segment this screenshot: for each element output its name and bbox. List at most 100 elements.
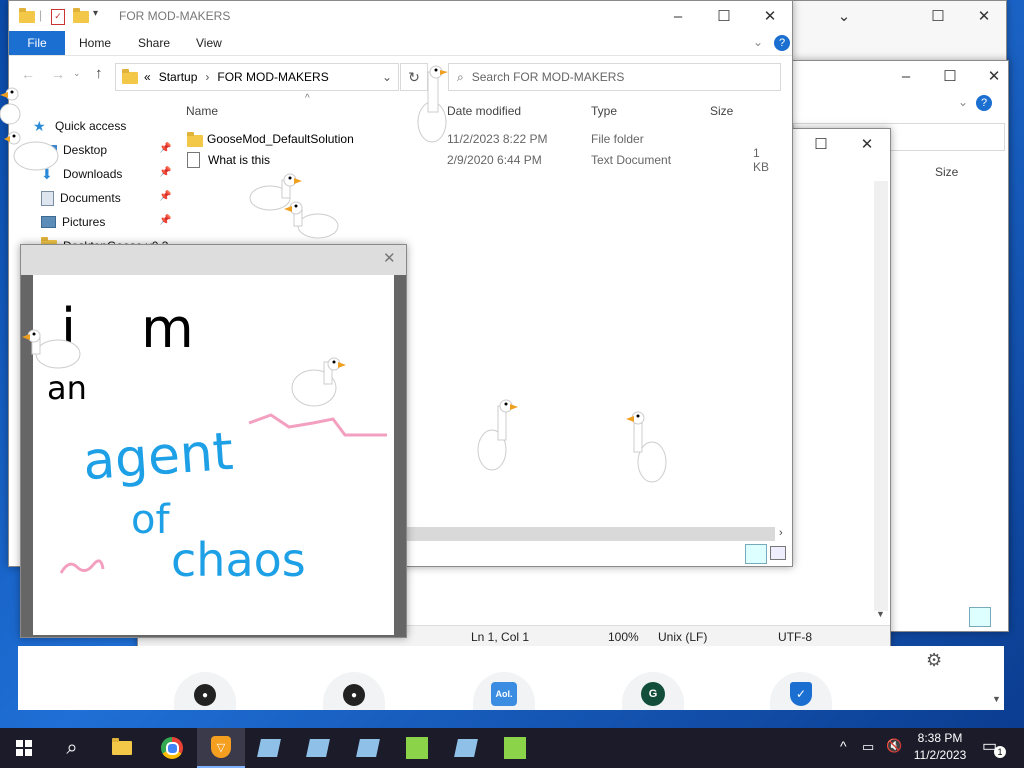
search-button[interactable]: ⌕	[48, 728, 96, 768]
taskbar-app[interactable]	[442, 728, 490, 768]
properties-icon[interactable]: ✓	[51, 9, 65, 25]
column-header-size[interactable]: Size	[710, 104, 733, 118]
goose-app-icon	[504, 737, 526, 759]
minimize-button[interactable]: –	[883, 61, 929, 91]
nav-item-label: Documents	[60, 191, 121, 205]
up-arrow-icon[interactable]: ↑	[95, 65, 103, 82]
column-header-date[interactable]: Date modified	[447, 104, 521, 118]
breadcrumb-startup[interactable]: Startup	[159, 70, 198, 84]
view-details-icon[interactable]	[745, 544, 767, 564]
forward-arrow-icon[interactable]: →	[51, 66, 65, 82]
pin-icon[interactable]: 📌	[159, 215, 171, 226]
nav-item-documents[interactable]: Documents	[41, 187, 121, 209]
tab-view[interactable]: View	[196, 31, 222, 55]
breadcrumb-overflow[interactable]: «	[144, 70, 151, 84]
column-header-size[interactable]: Size	[935, 165, 958, 179]
maximize-button[interactable]: ☐	[701, 1, 747, 31]
taskbar-app[interactable]	[294, 728, 342, 768]
maximize-button[interactable]: ☐	[798, 129, 844, 159]
shortcut-github-1[interactable]: ●	[174, 672, 236, 710]
shield-check-icon: ✓	[790, 682, 812, 706]
customize-toolbar-icon[interactable]: ▾	[93, 8, 98, 19]
taskbar-brave[interactable]: ▽	[197, 728, 245, 768]
help-icon[interactable]: ?	[774, 35, 790, 51]
ribbon: File Home Share View ⌄ ?	[9, 31, 792, 56]
file-row[interactable]: GooseMod_DefaultSolution 11/2/2023 8:22 …	[187, 129, 777, 149]
folder-icon	[122, 69, 138, 84]
close-button[interactable]: ✕	[961, 1, 1006, 31]
shortcut-aol[interactable]: Aol.	[473, 672, 535, 710]
sort-ascending-icon[interactable]: ^	[305, 93, 310, 104]
goose[interactable]	[288, 354, 346, 416]
column-header-name[interactable]: Name	[186, 104, 218, 118]
clock[interactable]: 8:38 PM 11/2/2023	[910, 731, 970, 762]
close-button[interactable]: ✕	[971, 61, 1008, 91]
tab-share[interactable]: Share	[138, 31, 170, 55]
brave-icon: ▽	[211, 736, 231, 758]
start-button[interactable]	[0, 728, 48, 768]
view-details-icon[interactable]	[969, 607, 991, 627]
goose[interactable]	[472, 398, 518, 474]
taskbar-app[interactable]	[245, 728, 293, 768]
settings-gear-icon[interactable]: ⚙	[926, 650, 942, 671]
pin-icon[interactable]: 📌	[159, 143, 171, 154]
pin-icon[interactable]: 📌	[159, 167, 171, 178]
tab-file[interactable]: File	[9, 31, 65, 55]
documents-icon	[41, 190, 54, 206]
recent-locations-icon[interactable]: ⌄	[73, 68, 81, 79]
tab-home[interactable]: Home	[79, 31, 111, 55]
shortcut-shield[interactable]: ✓	[770, 672, 832, 710]
search-icon: ⌕	[66, 736, 78, 759]
folder-icon	[19, 8, 35, 23]
back-arrow-icon[interactable]: ←	[21, 66, 35, 82]
goose[interactable]	[0, 86, 28, 126]
minimize-button[interactable]: –	[655, 1, 701, 31]
breadcrumb-current[interactable]: FOR MOD-MAKERS	[217, 70, 328, 84]
shortcut-github-2[interactable]: ●	[323, 672, 385, 710]
notepad-app-icon	[356, 739, 380, 757]
search-input[interactable]: ⌕ Search FOR MOD-MAKERS	[448, 63, 781, 91]
status-line-ending: Unix (LF)	[658, 630, 708, 644]
help-icon[interactable]: ?	[976, 95, 992, 111]
taskbar-file-explorer[interactable]	[98, 728, 146, 768]
volume-muted-icon[interactable]: 🔇	[886, 738, 902, 754]
goose-note-window[interactable]: ✕ i m an agent of chaos	[20, 244, 407, 638]
notification-count-badge: 1	[994, 746, 1006, 758]
taskbar-app[interactable]	[491, 728, 539, 768]
breadcrumb-separator-icon: ›	[205, 70, 210, 84]
goose[interactable]	[4, 126, 60, 178]
network-icon[interactable]: ▭	[862, 739, 874, 755]
chevron-down-icon[interactable]: ⌄	[821, 1, 867, 31]
chevron-down-icon[interactable]: ⌄	[958, 95, 968, 109]
taskbar-chrome[interactable]	[148, 728, 196, 768]
close-button[interactable]: ✕	[844, 129, 890, 159]
goose[interactable]	[284, 196, 340, 252]
column-header-type[interactable]: Type	[591, 104, 617, 118]
scroll-right-arrow[interactable]: ›	[779, 527, 783, 539]
chevron-up-icon[interactable]: ^	[840, 738, 847, 754]
address-bar[interactable]: « Startup › FOR MOD-MAKERS ⌄	[115, 63, 399, 91]
taskbar-app[interactable]	[344, 728, 392, 768]
aol-icon: Aol.	[491, 682, 517, 706]
pin-icon[interactable]: 📌	[159, 191, 171, 202]
nav-item-pictures[interactable]: Pictures	[41, 211, 105, 233]
scroll-down-arrow[interactable]: ▼	[992, 694, 1001, 704]
address-dropdown-icon[interactable]: ⌄	[382, 70, 392, 84]
scroll-down-arrow[interactable]: ▼	[876, 609, 885, 619]
new-folder-icon[interactable]	[73, 8, 89, 23]
action-center-button[interactable]: ▭ 1	[982, 736, 1006, 758]
maximize-button[interactable]: ☐	[915, 1, 961, 31]
shortcut-g[interactable]: G	[622, 672, 684, 710]
goose[interactable]	[412, 62, 458, 148]
view-large-icons-icon[interactable]	[770, 546, 786, 560]
horizontal-scrollbar[interactable]	[405, 527, 775, 541]
chevron-down-icon[interactable]: ⌄	[753, 35, 763, 49]
taskbar-app[interactable]	[393, 728, 441, 768]
goose[interactable]	[626, 410, 674, 486]
maximize-button[interactable]: ☐	[927, 61, 973, 91]
file-row[interactable]: What is this 2/9/2020 6:44 PM Text Docum…	[187, 146, 777, 174]
vertical-scrollbar[interactable]	[874, 181, 888, 611]
goose[interactable]	[22, 324, 82, 380]
close-button[interactable]: ✕	[383, 249, 396, 267]
close-button[interactable]: ✕	[747, 1, 792, 31]
